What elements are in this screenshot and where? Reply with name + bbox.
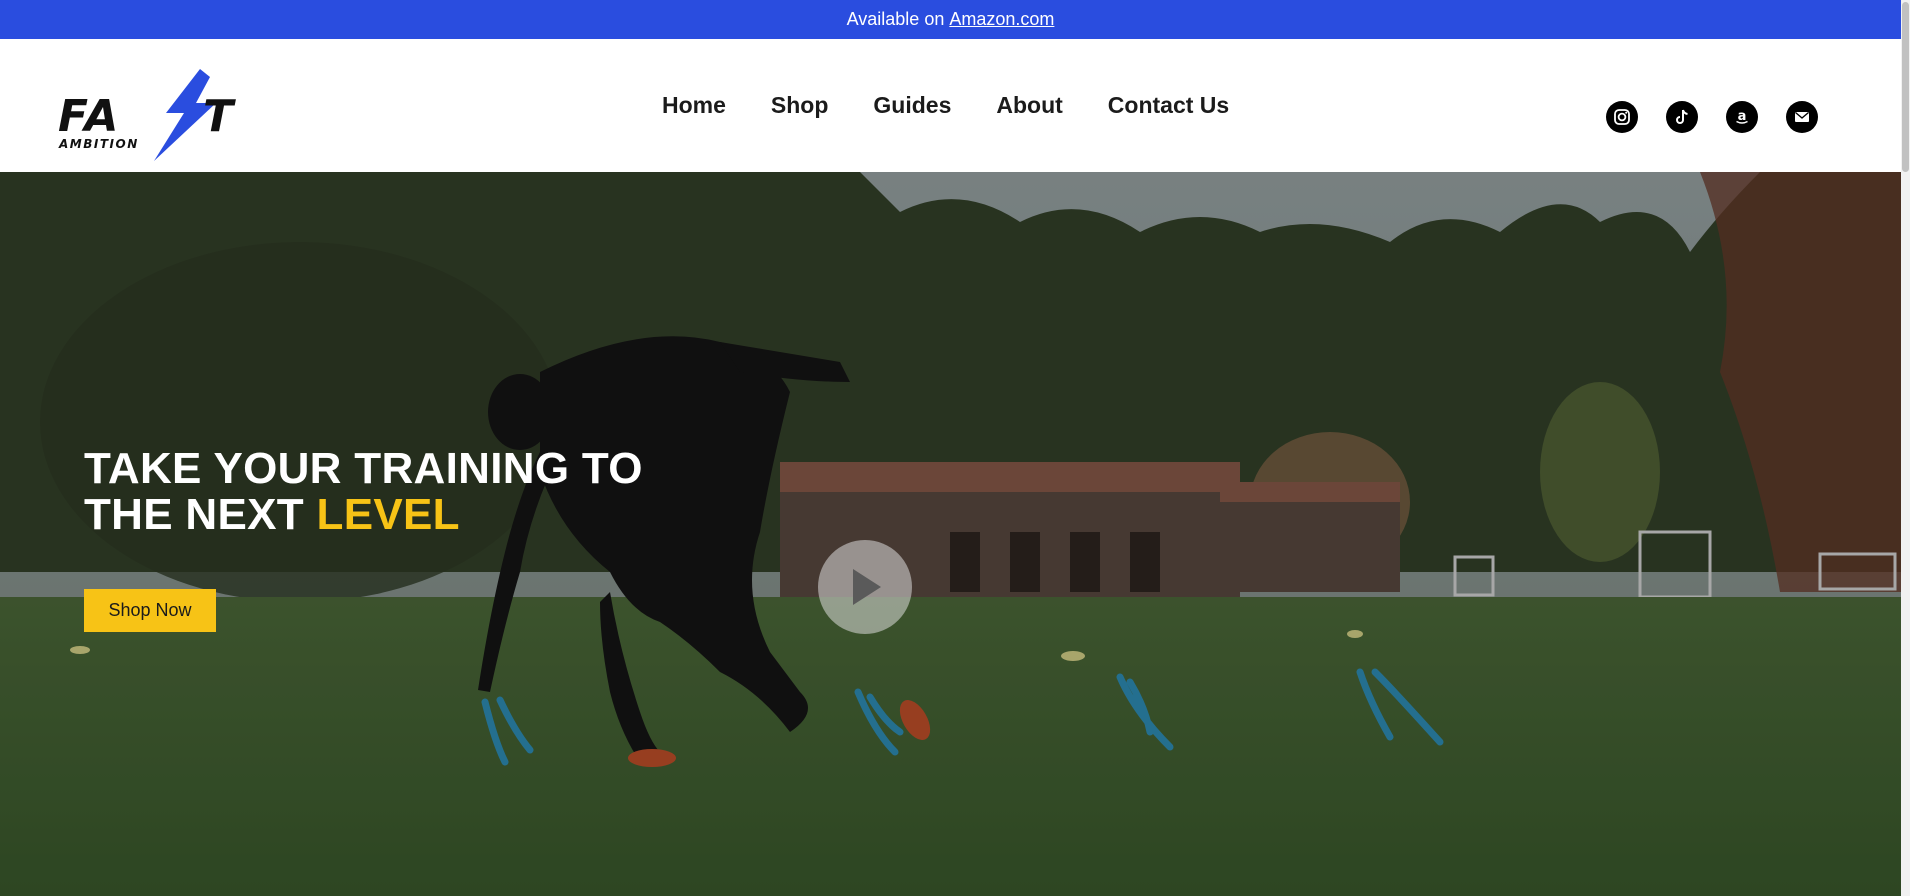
hero-headline: TAKE YOUR TRAINING TO THE NEXT LEVEL (84, 446, 643, 538)
headline-accent: LEVEL (316, 490, 460, 539)
site-header: FA T AMBITION Home Shop Guides About Con… (0, 39, 1901, 172)
hero-video: TAKE YOUR TRAINING TO THE NEXT LEVEL Sho… (0, 172, 1901, 896)
nav-home[interactable]: Home (662, 92, 726, 119)
logo-graphic: FA T AMBITION (58, 69, 236, 161)
mail-icon[interactable] (1786, 101, 1818, 133)
play-icon (853, 569, 881, 605)
social-links: a (1606, 101, 1818, 133)
svg-text:AMBITION: AMBITION (58, 137, 139, 151)
nav-contact[interactable]: Contact Us (1108, 92, 1229, 119)
headline-line-1: TAKE YOUR TRAINING TO (84, 444, 643, 493)
main-nav: Home Shop Guides About Contact Us (662, 39, 1274, 172)
svg-text:T: T (203, 91, 236, 142)
nav-guides[interactable]: Guides (873, 92, 951, 119)
amazon-icon[interactable]: a (1726, 101, 1758, 133)
svg-text:FA: FA (58, 91, 120, 142)
nav-shop[interactable]: Shop (771, 92, 829, 119)
brand-logo[interactable]: FA T AMBITION (58, 69, 264, 161)
announcement-bar: Available on Amazon.com (0, 0, 1901, 39)
scrollbar-thumb[interactable] (1902, 2, 1909, 172)
play-video-button[interactable] (818, 540, 912, 634)
tiktok-icon[interactable] (1666, 101, 1698, 133)
page-scrollbar[interactable] (1901, 0, 1910, 896)
headline-line-2: THE NEXT (84, 490, 304, 539)
amazon-link[interactable]: Amazon.com (949, 9, 1054, 30)
announcement-text: Available on (846, 9, 945, 29)
nav-about[interactable]: About (996, 92, 1062, 119)
svg-text:a: a (1738, 109, 1747, 124)
page: Available on Amazon.com FA T AMBITION Ho… (0, 0, 1910, 896)
shop-now-button[interactable]: Shop Now (84, 589, 216, 632)
instagram-icon[interactable] (1606, 101, 1638, 133)
